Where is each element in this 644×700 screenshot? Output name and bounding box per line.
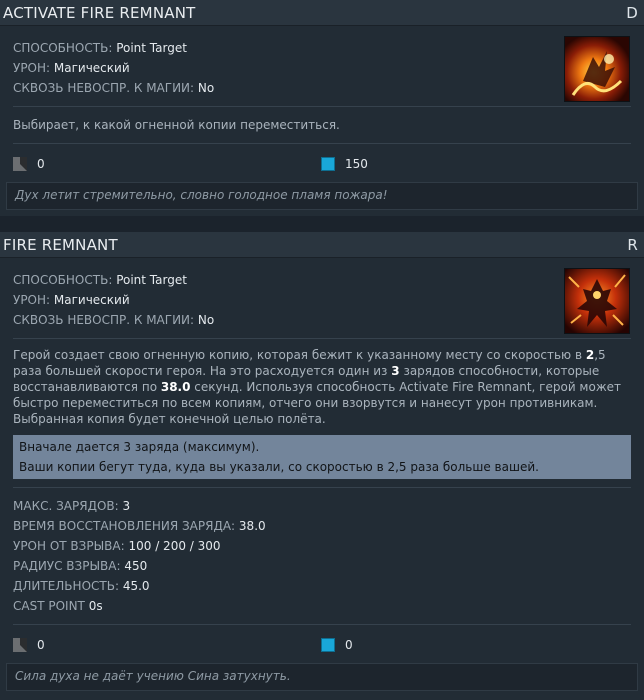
attr-charge-restore-time: ВРЕМЯ ВОССТАНОВЛЕНИЯ ЗАРЯДА: 38.0: [13, 519, 266, 533]
attr-cast-point: CAST POINT 0s: [13, 599, 103, 613]
ability-hotkey: R: [627, 235, 638, 254]
divider: [13, 106, 631, 107]
cooldown-value: 0: [37, 638, 45, 652]
note-item: Вначале дается 3 заряда (максимум).: [19, 440, 260, 454]
ability-body: СПОСОБНОСТЬ: Point Target УРОН: Магическ…: [0, 258, 644, 700]
divider: [13, 624, 631, 625]
divider: [13, 338, 631, 339]
stat-pierces-immunity: СКВОЗЬ НЕВОСПР. К МАГИИ: No: [13, 313, 215, 327]
mana-icon: [321, 157, 335, 171]
mana-cost: 0: [321, 638, 353, 652]
ability-fire-remnant: FIRE REMNANT R СПОСОБНОСТЬ: Point Target…: [0, 232, 644, 700]
cooldown: 0: [13, 157, 321, 171]
ability-header: ACTIVATE FIRE REMNANT D: [0, 0, 644, 26]
ability-description: Выбирает, к какой огненной копии перемес…: [13, 118, 340, 132]
mana-value: 150: [345, 157, 368, 171]
lore-text: Сила духа не даёт учению Сина затухнуть.: [6, 663, 638, 691]
divider: [13, 487, 631, 488]
lore-text: Дух летит стремительно, словно голодное …: [6, 182, 638, 210]
stat-ability-type: СПОСОБНОСТЬ: Point Target: [13, 273, 187, 287]
cooldown-icon: [13, 638, 27, 652]
stat-ability-type: СПОСОБНОСТЬ: Point Target: [13, 41, 187, 55]
stat-pierces-immunity: СКВОЗЬ НЕВОСПР. К МАГИИ: No: [13, 81, 215, 95]
ability-hotkey: D: [626, 3, 638, 22]
attr-explosion-radius: РАДИУС ВЗРЫВА: 450: [13, 559, 148, 573]
ability-header: FIRE REMNANT R: [0, 232, 644, 258]
ability-body: СПОСОБНОСТЬ: Point Target УРОН: Магическ…: [0, 26, 644, 216]
activate-fire-remnant-icon: [564, 36, 630, 102]
ability-title: ACTIVATE FIRE REMNANT: [3, 3, 196, 22]
note-item: Ваши копии бегут туда, куда вы указали, …: [19, 460, 539, 474]
ability-activate-fire-remnant: ACTIVATE FIRE REMNANT D СПОСОБНОСТЬ: Poi…: [0, 0, 644, 216]
stat-damage-type: УРОН: Магический: [13, 61, 130, 75]
cost-row: 0 150: [13, 152, 631, 176]
mana-value: 0: [345, 638, 353, 652]
ability-notes: Вначале дается 3 заряда (максимум). Ваши…: [13, 435, 631, 479]
attr-explosion-damage: УРОН ОТ ВЗРЫВА: 100 / 200 / 300: [13, 539, 221, 553]
cost-row: 0 0: [13, 633, 631, 657]
section-gap: [0, 216, 644, 232]
ability-description: Герой создает свою огненную копию, котор…: [13, 348, 622, 426]
divider: [13, 143, 631, 144]
attr-duration: ДЛИТЕЛЬНОСТЬ: 45.0: [13, 579, 150, 593]
attr-max-charges: МАКС. ЗАРЯДОВ: 3: [13, 499, 131, 513]
cooldown-value: 0: [37, 157, 45, 171]
mana-cost: 150: [321, 157, 368, 171]
stat-damage-type: УРОН: Магический: [13, 293, 130, 307]
cooldown: 0: [13, 638, 321, 652]
mana-icon: [321, 638, 335, 652]
ability-title: FIRE REMNANT: [3, 235, 118, 254]
fire-remnant-icon: [564, 268, 630, 334]
cooldown-icon: [13, 157, 27, 171]
